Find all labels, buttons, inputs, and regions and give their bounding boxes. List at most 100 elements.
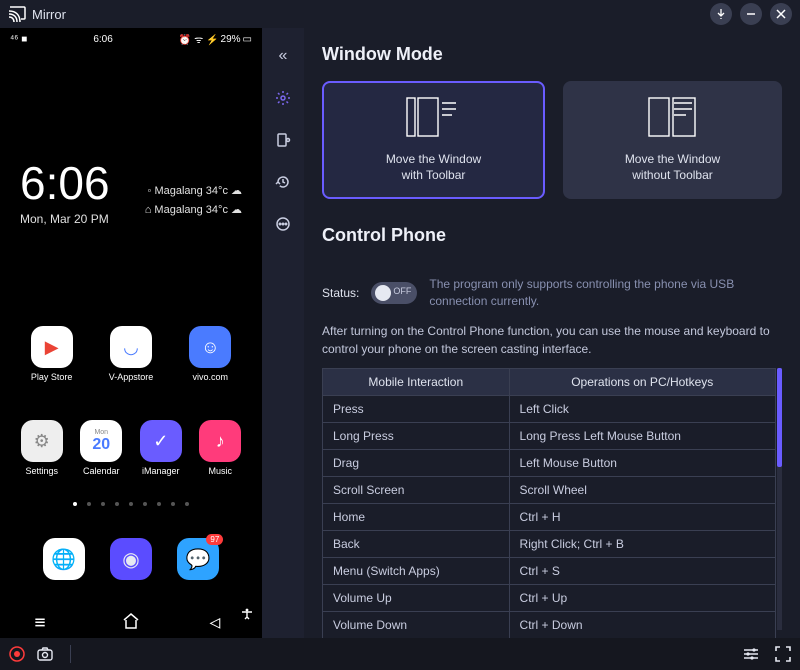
table-cell: Volume Down (323, 611, 510, 638)
table-cell: Ctrl + S (509, 557, 775, 584)
status-label: Status: (322, 286, 359, 300)
hotkeys-tbody: PressLeft ClickLong PressLong Press Left… (323, 395, 776, 638)
controlphone-title: Control Phone (322, 225, 782, 246)
page-dot (73, 502, 77, 506)
windowmode-card-label: Move the Window with Toolbar (386, 151, 481, 183)
weather-widget: ◦ Magalang 34°c ☁ ⌂ Magalang 34°c ☁ (145, 184, 242, 226)
app-icon: ✓ (140, 420, 182, 462)
page-dot (115, 502, 119, 506)
table-row: DragLeft Mouse Button (323, 449, 776, 476)
titlebar: Mirror (0, 0, 800, 28)
record-icon (8, 645, 26, 663)
page-dot (101, 502, 105, 506)
table-cell: Home (323, 503, 510, 530)
scrollbar-thumb[interactable] (777, 368, 782, 468)
page-dot (157, 502, 161, 506)
app-item[interactable]: ◡ V-Appstore (103, 326, 159, 382)
app-icon: ⚙ (21, 420, 63, 462)
bottombar-divider (70, 645, 71, 663)
sidebar-item-settings[interactable] (269, 84, 297, 112)
notification-badge: 97 (206, 534, 223, 545)
app-item[interactable]: ♪Music (192, 420, 248, 476)
weather-line-1: ◦ Magalang 34°c ☁ (145, 184, 242, 197)
toggle-label: OFF (393, 286, 411, 296)
settings-sidebar: « (262, 28, 304, 638)
battery-icon: ▭ (243, 34, 252, 45)
table-row: Menu (Switch Apps)Ctrl + S (323, 557, 776, 584)
table-cell: Menu (Switch Apps) (323, 557, 510, 584)
app-item[interactable]: ▶ Play Store (24, 326, 80, 382)
minimize-button[interactable] (740, 3, 762, 25)
app-item[interactable]: ✓ iManager (133, 420, 189, 476)
camera-icon (36, 645, 54, 663)
hotkeys-table: Mobile Interaction Operations on PC/Hotk… (322, 368, 776, 638)
app-item[interactable]: Mon20Calendar (73, 420, 129, 476)
table-scrollbar[interactable] (777, 368, 782, 630)
page-dot (87, 502, 91, 506)
windowmode-options: Move the Window with Toolbar Move the Wi… (322, 81, 782, 199)
sidebar-item-record[interactable] (269, 126, 297, 154)
pin-button[interactable] (710, 3, 732, 25)
app-label: iManager (142, 466, 180, 476)
accessibility-icon[interactable] (240, 607, 254, 626)
table-cell: Ctrl + H (509, 503, 775, 530)
back-icon[interactable]: ◁ (209, 612, 227, 630)
clock-time: 6:06 (20, 160, 110, 206)
table-row: Volume DownCtrl + Down (323, 611, 776, 638)
status-message: The program only supports controlling th… (429, 276, 782, 310)
page-dot (143, 502, 147, 506)
table-row: PressLeft Click (323, 395, 776, 422)
app-icon: ☺ (189, 326, 231, 368)
record-device-icon (275, 132, 291, 148)
phone-navbar: ≡ ◁ (0, 612, 262, 630)
with-toolbar-icon (406, 97, 462, 137)
app-item[interactable]: ⚙ Settings (14, 420, 70, 476)
windowmode-without-toolbar[interactable]: Move the Window without Toolbar (563, 81, 782, 199)
close-button[interactable] (770, 3, 792, 25)
app-icon: ◡ (110, 326, 152, 368)
app-row-1: ▶ Play Store ◡ V-Appstore ☺ vivo.com (0, 326, 262, 382)
hotkeys-table-wrap: Mobile Interaction Operations on PC/Hotk… (322, 368, 782, 630)
windowmode-title: Window Mode (322, 44, 782, 65)
screenshot-button[interactable] (36, 645, 54, 663)
table-row: BackRight Click; Ctrl + B (323, 530, 776, 557)
dock-icon[interactable]: ◉ (110, 538, 152, 580)
battery-percent: 29% (221, 34, 241, 45)
fullscreen-button[interactable] (774, 645, 792, 663)
home-icon[interactable] (122, 612, 140, 630)
table-cell: Long Press (323, 422, 510, 449)
app-label: Settings (25, 466, 58, 476)
dock-icon[interactable]: 🌐 (43, 538, 85, 580)
phone-statusbar: ⁴⁶ ■ 6:06 ⏰ ᯤ ⚡ 29% ▭ (0, 28, 262, 48)
table-cell: Right Click; Ctrl + B (509, 530, 775, 557)
dock-icon[interactable]: 💬97 (177, 538, 219, 580)
table-cell: Left Click (509, 395, 775, 422)
sidebar-item-history[interactable] (269, 168, 297, 196)
col-pc: Operations on PC/Hotkeys (509, 368, 775, 395)
statusbar-time: 6:06 (93, 34, 112, 45)
app-label: Music (208, 466, 232, 476)
page-dot (129, 502, 133, 506)
minimize-icon (745, 8, 757, 20)
table-cell: Drag (323, 449, 510, 476)
controlphone-status-row: Status: OFF The program only supports co… (322, 276, 782, 310)
app-icon: ▶ (31, 326, 73, 368)
controlphone-toggle[interactable]: OFF (371, 282, 417, 304)
app-item[interactable]: ☺ vivo.com (182, 326, 238, 382)
app-label: V-Appstore (109, 372, 154, 382)
controls-button[interactable] (742, 645, 760, 663)
sidebar-item-more[interactable] (269, 210, 297, 238)
table-row: Long PressLong Press Left Mouse Button (323, 422, 776, 449)
windowmode-with-toolbar[interactable]: Move the Window with Toolbar (322, 81, 545, 199)
app-logo: Mirror (8, 6, 66, 22)
app-row-2: ⚙ Settings Mon20Calendar ✓ iManager ♪Music (0, 420, 262, 476)
app-icon: Mon20 (80, 420, 122, 462)
record-button[interactable] (8, 645, 26, 663)
menu-icon[interactable]: ≡ (35, 612, 53, 630)
clock-date: Mon, Mar 20 PM (20, 212, 110, 226)
sidebar-collapse[interactable]: « (269, 42, 297, 70)
app-label: Play Store (31, 372, 73, 382)
phone-preview[interactable]: ⁴⁶ ■ 6:06 ⏰ ᯤ ⚡ 29% ▭ 6:06 Mon, Mar 20 P… (0, 28, 262, 638)
app-label: vivo.com (193, 372, 229, 382)
table-row: Volume UpCtrl + Up (323, 584, 776, 611)
